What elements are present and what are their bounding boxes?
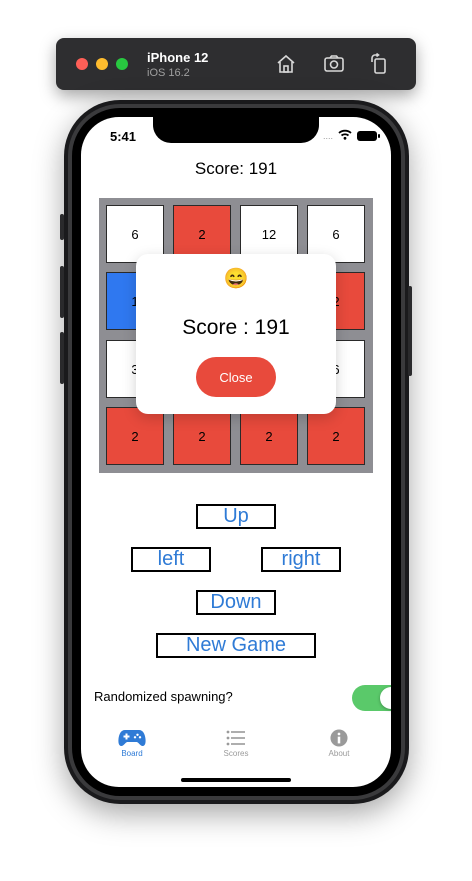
- notch: [153, 117, 319, 143]
- info-icon: [299, 729, 379, 747]
- board-tile: 2: [173, 407, 231, 465]
- home-indicator: [181, 778, 291, 782]
- tab-about-label: About: [328, 749, 350, 758]
- board-tile: 2: [106, 407, 164, 465]
- randomized-spawning-toggle[interactable]: [352, 685, 391, 711]
- randomized-spawning-label: Randomized spawning?: [94, 689, 233, 704]
- tab-board-label: Board: [121, 749, 143, 758]
- wifi-icon: [338, 127, 352, 145]
- tab-scores[interactable]: Scores: [196, 725, 276, 758]
- list-icon: [196, 729, 276, 747]
- window-minimize-button[interactable]: [96, 58, 108, 70]
- status-icons: ....: [322, 127, 380, 145]
- down-button[interactable]: Down: [196, 590, 276, 615]
- tab-about[interactable]: About: [299, 725, 379, 758]
- rotate-icon[interactable]: [367, 52, 391, 76]
- toggle-knob[interactable]: [380, 687, 391, 709]
- tab-bar: Board Scores About: [81, 725, 391, 775]
- power-button: [408, 286, 412, 376]
- phone-screen: 5:41 .... Score: 191 6212612362222 😄 Sco…: [81, 117, 391, 787]
- screenshot-icon[interactable]: [322, 52, 346, 76]
- battery-icon: [357, 131, 380, 141]
- board-tile: 2: [307, 407, 365, 465]
- simulator-toolbar: iPhone 12 iOS 16.2: [56, 38, 416, 90]
- home-icon[interactable]: [274, 52, 298, 76]
- os-version: iOS 16.2: [147, 67, 190, 79]
- volume-down-button: [60, 332, 64, 384]
- device-name: iPhone 12: [147, 50, 209, 65]
- gamecontroller-icon: [92, 729, 172, 747]
- up-button[interactable]: Up: [196, 504, 276, 529]
- new-game-button[interactable]: New Game: [156, 633, 316, 658]
- left-button[interactable]: left: [131, 547, 211, 572]
- score-title: Score: 191: [194, 159, 278, 178]
- tab-board[interactable]: Board: [92, 725, 172, 758]
- close-button[interactable]: Close: [196, 357, 276, 397]
- silent-switch: [60, 214, 64, 240]
- right-button[interactable]: right: [261, 547, 341, 572]
- volume-up-button: [60, 266, 64, 318]
- window-zoom-button[interactable]: [116, 58, 128, 70]
- score-popup: 😄 Score : 191 Close: [136, 254, 336, 414]
- signal-indicator: ....: [322, 131, 333, 141]
- window-close-button[interactable]: [76, 58, 88, 70]
- status-time: 5:41: [110, 129, 137, 144]
- board-tile: 2: [240, 407, 298, 465]
- popup-score-text: Score : 191: [182, 316, 290, 339]
- tab-scores-label: Scores: [223, 749, 249, 758]
- smile-emoji-icon: 😄: [223, 268, 249, 290]
